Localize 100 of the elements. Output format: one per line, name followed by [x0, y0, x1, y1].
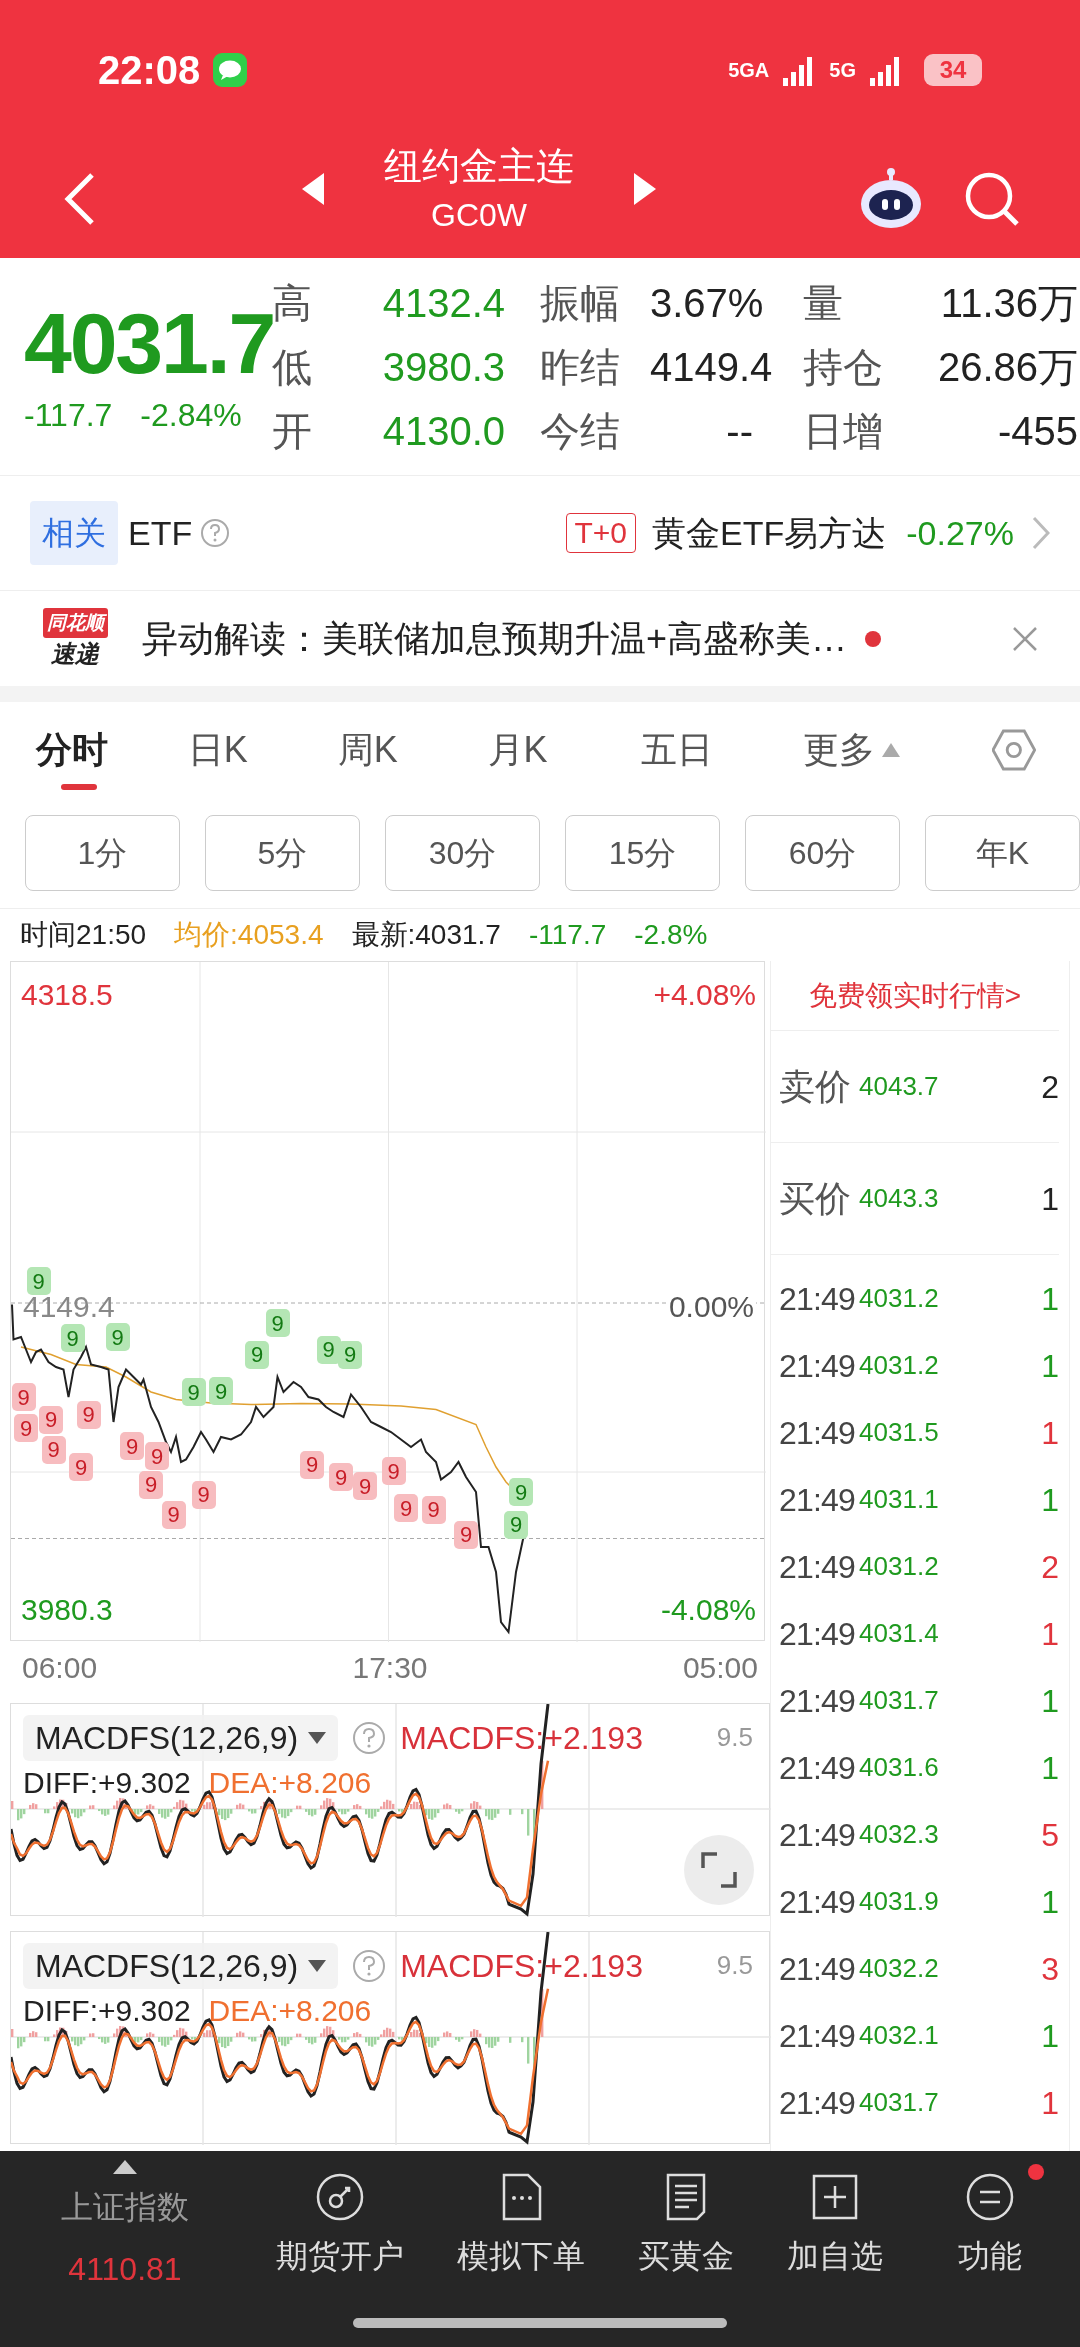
- trade-volume: 3: [1041, 1949, 1059, 1989]
- trade-price: 4031.7: [859, 2086, 939, 2119]
- signal-marker: 9: [504, 1510, 528, 1539]
- chart-tab[interactable]: 分时: [36, 702, 188, 798]
- period-button[interactable]: 30分: [385, 815, 540, 891]
- signal-marker: 9: [120, 1432, 144, 1460]
- battery-indicator: 34: [924, 54, 982, 86]
- chart-tab[interactable]: 周K: [337, 702, 488, 798]
- signal-marker: 9: [69, 1453, 93, 1481]
- trade-time: 21:49: [779, 1882, 856, 1922]
- diff-value: DIFF:+9.302: [23, 1993, 191, 2029]
- trade-volume: 1: [1041, 1882, 1059, 1922]
- stat-value: 4130.0: [381, 407, 505, 455]
- trade-price: 4031.1: [859, 1483, 939, 1516]
- period-button[interactable]: 年K: [925, 815, 1080, 891]
- trade-time: 21:49: [779, 1413, 856, 1453]
- toolbar-button[interactable]: 模拟下单: [457, 2172, 586, 2280]
- chart-tab[interactable]: 月K: [487, 702, 642, 798]
- trade-time: 21:49: [779, 1614, 856, 1654]
- stat-value: -455: [996, 407, 1078, 455]
- fund-change: -0.27%: [906, 512, 1014, 554]
- contract-title: 纽约金主连: [384, 144, 574, 189]
- book-size: 1: [1041, 1179, 1059, 1219]
- key-icon: [315, 2172, 366, 2222]
- indicator-selector[interactable]: MACDFS(12,26,9): [23, 1943, 339, 1989]
- signal-marker: 9: [139, 1470, 163, 1499]
- help-icon[interactable]: [352, 1721, 387, 1755]
- trade-volume: 1: [1041, 1346, 1059, 1386]
- settings-icon[interactable]: [992, 727, 1036, 773]
- stat-value: 11.36万: [939, 279, 1078, 327]
- period-button[interactable]: 5分: [205, 815, 360, 891]
- signal-marker: 9: [329, 1463, 353, 1491]
- trade-volume: 1: [1041, 1279, 1059, 1319]
- axis-label: -4.08%: [660, 1592, 756, 1628]
- signal-marker: 9: [181, 1378, 206, 1406]
- scale-label: 9.5: [716, 1949, 753, 1982]
- percent-change: -2.8%: [634, 918, 708, 952]
- last-price: 4031.7: [24, 294, 272, 391]
- related-tag: 相关: [30, 501, 118, 565]
- caret-down-icon: [308, 1732, 327, 1744]
- price-change: -117.7: [528, 918, 607, 952]
- stat-value: --: [725, 407, 754, 455]
- network-label: 5G: [829, 60, 856, 80]
- indicator-selector[interactable]: MACDFS(12,26,9): [23, 1715, 339, 1761]
- axis-label: 05:00: [682, 1649, 758, 1686]
- caret-up-icon[interactable]: [112, 2159, 138, 2175]
- trade-volume: 1: [1041, 1413, 1059, 1453]
- trade-time: 21:49: [779, 1279, 856, 1319]
- signal-marker: 9: [145, 1442, 169, 1470]
- signal-marker: 9: [60, 1324, 85, 1352]
- previous-icon[interactable]: [302, 173, 324, 205]
- toolbar-button[interactable]: 期货开户: [276, 2172, 405, 2280]
- network-label: 5GA: [728, 60, 770, 80]
- signal-marker: 9: [161, 1500, 186, 1529]
- close-icon[interactable]: [1012, 625, 1038, 652]
- period-button[interactable]: 15分: [565, 815, 720, 891]
- dea-value: DEA:+8.206: [208, 1765, 372, 1801]
- price-change: -117.7: [24, 395, 113, 435]
- stat-value: 4149.4: [650, 343, 774, 391]
- chart-tab[interactable]: 日K: [187, 702, 338, 798]
- chart-tab[interactable]: 五日: [641, 702, 803, 798]
- stat-label: 昨结: [540, 343, 621, 391]
- axis-label: 17:30: [352, 1649, 428, 1686]
- signal-marker: 9: [26, 1267, 51, 1295]
- toolbar-button[interactable]: 加自选: [786, 2172, 883, 2280]
- toolbar-button[interactable]: 买黄金: [638, 2172, 734, 2280]
- trade-price: 4031.6: [859, 1751, 939, 1784]
- trade-volume: 1: [1041, 1614, 1059, 1654]
- axis-label: 4318.5: [21, 977, 113, 1013]
- chart-tab[interactable]: 更多: [802, 702, 993, 798]
- signal-marker: 9: [209, 1377, 233, 1405]
- caret-up-icon: [880, 742, 901, 758]
- signal-marker: 9: [394, 1494, 418, 1522]
- axis-label: 3980.3: [21, 1592, 113, 1628]
- period-button[interactable]: 60分: [745, 815, 900, 891]
- menu-icon: [964, 2172, 1015, 2222]
- trade-time: 21:49: [779, 1681, 856, 1721]
- trade-time: 21:49: [779, 2016, 856, 2056]
- trade-time: 21:49: [779, 1346, 856, 1386]
- trade-time: 21:49: [779, 1815, 856, 1855]
- next-icon[interactable]: [634, 173, 656, 205]
- trade-volume: 1: [1041, 1748, 1059, 1788]
- signal-marker: 9: [338, 1340, 362, 1369]
- help-icon[interactable]: [200, 518, 231, 548]
- signal-marker: 9: [14, 1414, 38, 1442]
- toolbar-button[interactable]: 功能: [935, 2164, 1044, 2280]
- help-icon[interactable]: [352, 1949, 387, 1983]
- trade-price: 4031.2: [859, 1550, 939, 1583]
- signal-marker: 9: [353, 1472, 377, 1500]
- stat-label: 开: [272, 407, 313, 455]
- search-icon[interactable]: [964, 171, 1020, 227]
- period-button[interactable]: 1分: [25, 815, 180, 891]
- time-readout: 时间21:50: [20, 918, 147, 952]
- trade-volume: 1: [1041, 1480, 1059, 1520]
- news-headline[interactable]: 异动解读：美联储加息预期升温+高盛称美…: [142, 611, 848, 666]
- axis-label: 06:00: [22, 1649, 98, 1686]
- trade-time: 21:49: [779, 1480, 856, 1520]
- signal-marker: 9: [11, 1383, 36, 1411]
- expand-icon[interactable]: [683, 1834, 755, 1906]
- realtime-quote-link[interactable]: 免费领实时行情>: [808, 974, 1022, 1017]
